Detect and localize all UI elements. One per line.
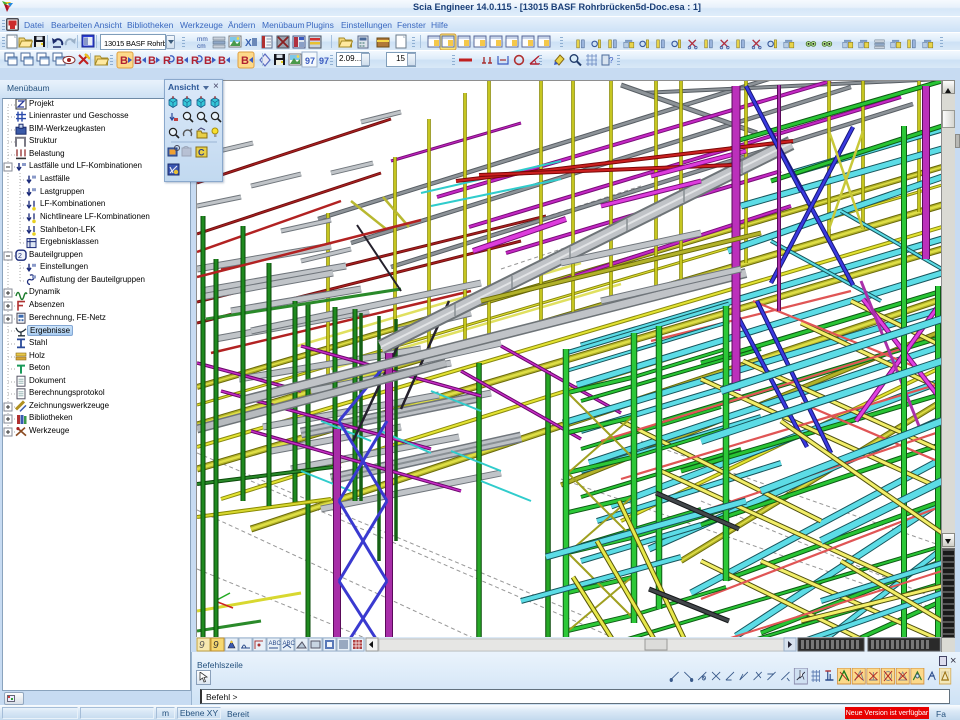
svg-text:C: C <box>198 148 205 158</box>
svg-text:2: 2 <box>18 253 22 260</box>
svg-text:9: 9 <box>199 640 205 651</box>
svg-text:9: 9 <box>213 640 219 651</box>
svg-text:ABC: ABC <box>269 641 282 647</box>
